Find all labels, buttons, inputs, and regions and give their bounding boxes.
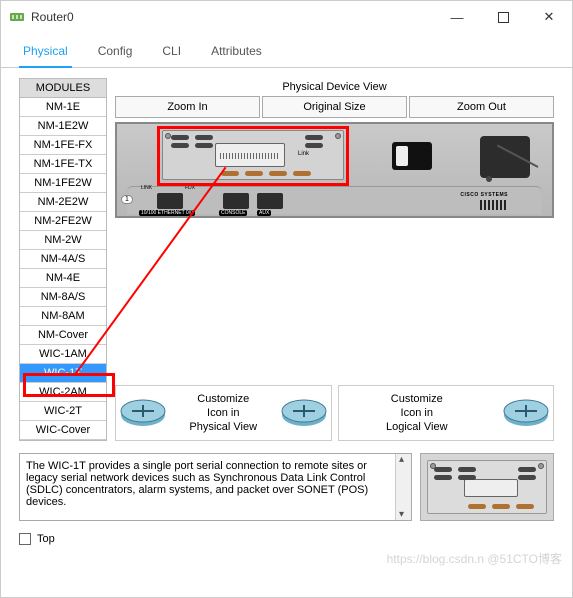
minimize-button[interactable]: —	[434, 1, 480, 33]
watermark-text: https://blog.csdn.n @51CTO博客	[387, 550, 562, 567]
tab-bar: Physical Config CLI Attributes	[1, 37, 572, 68]
module-item[interactable]: NM-8AM	[20, 307, 106, 326]
maximize-button[interactable]	[480, 1, 526, 33]
window-title: Router0	[31, 10, 434, 24]
module-item[interactable]: NM-1E2W	[20, 117, 106, 136]
window-buttons: — ✕	[434, 1, 572, 33]
close-button[interactable]: ✕	[526, 1, 572, 33]
zoom-in-button[interactable]: Zoom In	[115, 96, 260, 118]
cisco-logo-icon	[480, 200, 508, 210]
scrollbar[interactable]	[395, 454, 411, 520]
module-item[interactable]: NM-2FE2W	[20, 212, 106, 231]
tab-config[interactable]: Config	[94, 38, 137, 68]
top-label: Top	[37, 533, 55, 545]
ethernet-label: 10/100 ETHERNET 0/0	[139, 210, 195, 216]
link-led-label: Link	[298, 151, 309, 157]
console-label: CONSOLE	[219, 210, 247, 216]
zoom-row: Zoom In Original Size Zoom Out	[115, 96, 554, 118]
module-item[interactable]: NM-4A/S	[20, 250, 106, 269]
cisco-logo-text: CISCO SYSTEMS	[460, 192, 508, 198]
zoom-out-button[interactable]: Zoom Out	[409, 96, 554, 118]
app-window: Router0 — ✕ Physical Config CLI Attribut…	[0, 0, 573, 598]
app-icon	[9, 9, 25, 25]
module-item[interactable]: NM-1FE2W	[20, 174, 106, 193]
original-size-button[interactable]: Original Size	[262, 96, 407, 118]
pdv-label: Physical Device View	[115, 78, 554, 96]
customize-row: Customize Icon in Physical View Customiz…	[115, 385, 554, 441]
customize-logical-panel: Customize Icon in Logical View	[338, 385, 555, 441]
module-item[interactable]: WIC-2T	[20, 402, 106, 421]
aux-port-icon[interactable]	[257, 193, 283, 209]
tab-physical[interactable]: Physical	[19, 38, 72, 68]
module-item[interactable]: WIC-2AM	[20, 383, 106, 402]
module-item[interactable]: NM-1E	[20, 98, 106, 117]
modules-list[interactable]: NM-1ENM-1E2WNM-1FE-FXNM-1FE-TXNM-1FE2WNM…	[20, 98, 106, 440]
router-icon	[277, 393, 331, 433]
serial-port-icon	[215, 143, 285, 167]
module-item[interactable]: NM-2E2W	[20, 193, 106, 212]
cable-knob-icon	[486, 176, 492, 182]
module-item[interactable]: WIC-1T	[20, 364, 106, 383]
module-item[interactable]: WIC-Cover	[20, 421, 106, 440]
module-preview[interactable]	[420, 453, 554, 521]
top-checkbox[interactable]	[19, 533, 31, 545]
router-icon	[116, 393, 170, 433]
power-switch-icon[interactable]	[392, 142, 432, 170]
link-label: LINK	[141, 185, 152, 191]
footer-row: Top	[1, 527, 572, 551]
device-view[interactable]: Link 1 LINK FDX 10/100 ETHERNET	[115, 122, 554, 218]
module-item[interactable]: NM-1FE-TX	[20, 155, 106, 174]
customize-logical-button[interactable]: Customize Icon in Logical View	[339, 386, 496, 440]
router-icon	[499, 393, 553, 433]
slot-1-label: 1	[121, 195, 133, 204]
modules-panel: MODULES NM-1ENM-1E2WNM-1FE-FXNM-1FE-TXNM…	[19, 78, 107, 441]
modules-header: MODULES	[20, 79, 106, 98]
module-item[interactable]: NM-2W	[20, 231, 106, 250]
module-item[interactable]: NM-Cover	[20, 326, 106, 345]
module-item[interactable]: NM-8A/S	[20, 288, 106, 307]
description-text: The WIC-1T provides a single port serial…	[26, 460, 405, 508]
aux-label: AUX	[257, 210, 271, 216]
titlebar: Router0 — ✕	[1, 1, 572, 33]
customize-physical-panel: Customize Icon in Physical View	[115, 385, 332, 441]
tab-attributes[interactable]: Attributes	[207, 38, 266, 68]
module-item[interactable]: NM-4E	[20, 269, 106, 288]
wic-1t-slot[interactable]: Link	[162, 130, 344, 180]
tab-cli[interactable]: CLI	[158, 38, 185, 68]
description-box[interactable]: The WIC-1T provides a single port serial…	[19, 453, 412, 521]
fdx-label: FDX	[185, 185, 195, 191]
ethernet-port-icon[interactable]	[157, 193, 183, 209]
customize-physical-button[interactable]: Customize Icon in Physical View	[174, 386, 273, 440]
module-item[interactable]: NM-1FE-FX	[20, 136, 106, 155]
console-port-icon[interactable]	[223, 193, 249, 209]
